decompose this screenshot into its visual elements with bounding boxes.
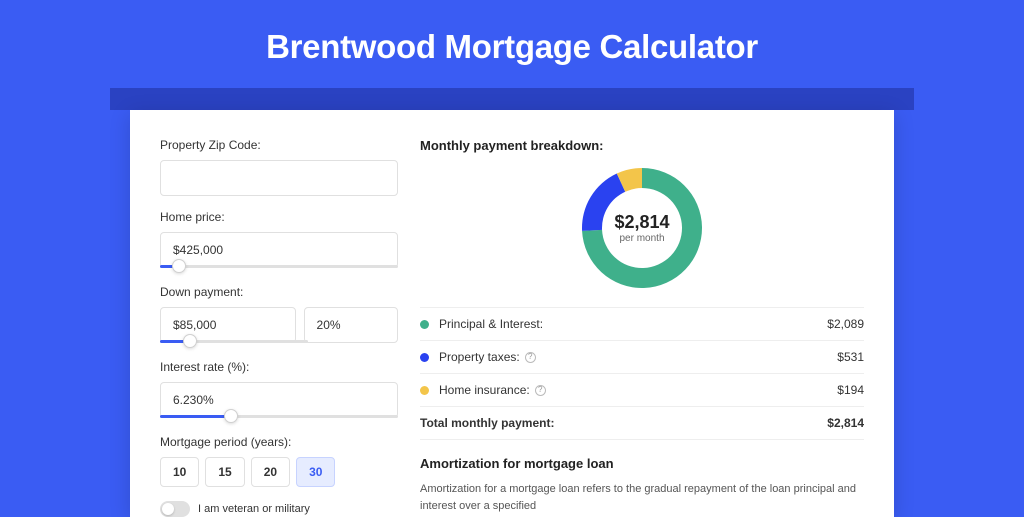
period-btn-15[interactable]: 15 (205, 457, 244, 487)
period-btn-10[interactable]: 10 (160, 457, 199, 487)
interest-slider[interactable] (160, 415, 398, 421)
veteran-label: I am veteran or military (198, 503, 310, 515)
legend-value: $2,089 (827, 317, 864, 331)
period-group: Mortgage period (years): 10152030 (160, 435, 398, 487)
legend-row: Home insurance:?$194 (420, 374, 864, 407)
legend-dot (420, 386, 429, 395)
toggle-knob (162, 503, 174, 515)
breakdown-title: Monthly payment breakdown: (420, 138, 864, 153)
info-icon[interactable]: ? (525, 352, 536, 363)
interest-input[interactable] (160, 382, 398, 418)
period-label: Mortgage period (years): (160, 435, 398, 449)
zip-label: Property Zip Code: (160, 138, 398, 152)
total-value: $2,814 (827, 416, 864, 430)
header-strip (110, 88, 914, 110)
down-payment-pct-input[interactable] (304, 307, 398, 343)
donut-chart: $2,814 per month (581, 167, 703, 289)
page-title: Brentwood Mortgage Calculator (0, 0, 1024, 88)
legend-row: Property taxes:?$531 (420, 341, 864, 374)
veteran-toggle[interactable] (160, 501, 190, 517)
legend-label: Property taxes:? (439, 350, 837, 364)
home-price-input[interactable] (160, 232, 398, 268)
period-buttons: 10152030 (160, 457, 398, 487)
zip-input[interactable] (160, 160, 398, 196)
down-payment-slider[interactable] (160, 340, 308, 346)
calculator-card: Property Zip Code: Home price: Down paym… (130, 110, 894, 517)
legend-row: Principal & Interest:$2,089 (420, 308, 864, 341)
legend-total-row: Total monthly payment:$2,814 (420, 407, 864, 440)
legend-label: Home insurance:? (439, 383, 837, 397)
period-btn-20[interactable]: 20 (251, 457, 290, 487)
legend-label: Principal & Interest: (439, 317, 827, 331)
total-label: Total monthly payment: (420, 416, 827, 430)
amortization-text: Amortization for a mortgage loan refers … (420, 481, 864, 514)
legend-value: $531 (837, 350, 864, 364)
home-price-slider[interactable] (160, 265, 398, 271)
donut-center: $2,814 per month (614, 212, 669, 244)
veteran-row: I am veteran or military (160, 501, 398, 517)
down-payment-label: Down payment: (160, 285, 398, 299)
legend-dot (420, 320, 429, 329)
home-price-group: Home price: (160, 210, 398, 271)
donut-sub: per month (614, 233, 669, 244)
period-btn-30[interactable]: 30 (296, 457, 335, 487)
inputs-column: Property Zip Code: Home price: Down paym… (160, 138, 398, 517)
breakdown-column: Monthly payment breakdown: $2,814 per mo… (420, 138, 864, 517)
legend-value: $194 (837, 383, 864, 397)
down-payment-group: Down payment: (160, 285, 398, 346)
donut-chart-wrap: $2,814 per month (420, 167, 864, 289)
home-price-label: Home price: (160, 210, 398, 224)
interest-label: Interest rate (%): (160, 360, 398, 374)
amortization-title: Amortization for mortgage loan (420, 456, 864, 471)
legend-dot (420, 353, 429, 362)
down-payment-input[interactable] (160, 307, 296, 343)
interest-group: Interest rate (%): (160, 360, 398, 421)
legend: Principal & Interest:$2,089Property taxe… (420, 307, 864, 440)
zip-field-group: Property Zip Code: (160, 138, 398, 196)
info-icon[interactable]: ? (535, 385, 546, 396)
donut-amount: $2,814 (614, 212, 669, 233)
